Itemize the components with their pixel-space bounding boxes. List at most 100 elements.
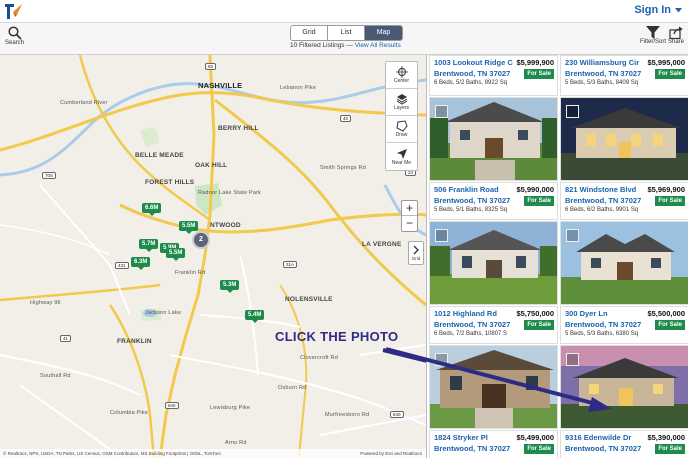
- map-price-pin[interactable]: 5.4M: [245, 310, 265, 323]
- toolbar: Search Grid List Map 10 Filtered Listing…: [0, 23, 688, 55]
- house-photo[interactable]: [561, 346, 688, 429]
- map-controls: Center Layers Draw Near Me: [385, 61, 418, 171]
- map-label-radnor-lake: Radnor Lake State Park: [198, 190, 262, 196]
- listing-card[interactable]: 821 Windstone Blvd Brentwood, TN 37027 6…: [560, 182, 688, 220]
- route-shield: 70S: [42, 172, 57, 179]
- listing-photo-card[interactable]: [429, 345, 558, 429]
- map-price-pin[interactable]: 5.3M: [220, 280, 240, 293]
- listing-card[interactable]: 506 Franklin Road Brentwood, TN 37027 5 …: [429, 182, 558, 220]
- map-label-clovercroft: Clovercroft Rd: [300, 355, 338, 361]
- listing-price: $5,999,900: [516, 58, 554, 67]
- app-logo[interactable]: [4, 2, 24, 21]
- select-checkbox[interactable]: [435, 229, 448, 242]
- map-label-belle-meade: BELLE MEADE: [135, 152, 184, 159]
- map-label-highway-96: Highway 96: [30, 300, 61, 306]
- map-label-lebanon-pike: Lebanon Pike: [280, 85, 317, 91]
- map-price-pin[interactable]: 6.6M: [142, 203, 162, 216]
- map-label-forest-hills: FOREST HILLS: [145, 179, 195, 186]
- map-price-pin[interactable]: 5.5M: [166, 248, 186, 261]
- listing-card[interactable]: 300 Dyer Ln Brentwood, TN 37027 5 Beds, …: [560, 306, 688, 344]
- route-shield: 431: [115, 262, 129, 269]
- draw-button[interactable]: Draw: [386, 116, 417, 143]
- status-badge: For Sale: [655, 196, 685, 206]
- listing-photo-card[interactable]: [560, 221, 688, 305]
- map-label-berry-hill: BERRY HILL: [218, 125, 259, 132]
- listing-photo-card[interactable]: [429, 221, 558, 305]
- map-label-smith-springs: Smith Springs Rd: [320, 165, 366, 171]
- tab-list[interactable]: List: [328, 26, 365, 40]
- house-photo[interactable]: [430, 222, 558, 305]
- status-badge: For Sale: [655, 320, 685, 330]
- tab-grid[interactable]: Grid: [291, 26, 328, 40]
- filter-icon: [646, 26, 660, 39]
- filtered-text: 10 Filtered Listings —: [290, 42, 353, 49]
- grid-panel-toggle[interactable]: Grid: [408, 241, 424, 265]
- near-me-button[interactable]: Near Me: [386, 143, 417, 170]
- listing-price: $5,969,900: [647, 185, 685, 194]
- filtered-count: 10 Filtered Listings — View All Results: [290, 42, 401, 49]
- sign-in-button[interactable]: Sign In: [634, 4, 682, 16]
- zoom-out-button[interactable]: −: [402, 216, 417, 231]
- tab-map[interactable]: Map: [365, 26, 402, 40]
- grid-panel-label: Grid: [411, 256, 421, 261]
- listing-card[interactable]: 1012 Highland Rd Brentwood, TN 37027 6 B…: [429, 306, 558, 344]
- map-cluster-marker[interactable]: 2: [192, 231, 210, 249]
- map-price-pin[interactable]: 5.5M: [179, 221, 199, 234]
- house-photo[interactable]: [430, 346, 558, 429]
- layers-button[interactable]: Layers: [386, 89, 417, 116]
- status-badge: For Sale: [655, 69, 685, 79]
- listing-photo-card[interactable]: [560, 97, 688, 181]
- listing-photo-card[interactable]: [429, 97, 558, 181]
- share-button[interactable]: Share: [668, 26, 684, 45]
- listing-details: 6 Beds, 5/2 Baths, 8922 Sq: [434, 80, 508, 86]
- filter-sort-button[interactable]: Filter/Sort: [640, 26, 666, 45]
- view-all-link[interactable]: View All Results: [355, 42, 401, 49]
- listing-card[interactable]: 9316 Edenwilde Dr Brentwood, TN 37027 $5…: [560, 430, 688, 458]
- near-me-label: Near Me: [391, 159, 412, 166]
- layers-label: Layers: [393, 105, 409, 111]
- listing-details: 6 Beds, 6/2 Baths, 9901 Sq: [565, 207, 639, 213]
- center-button[interactable]: Center: [386, 62, 417, 89]
- map-label-murfreesboro: Murfreesboro Rd: [325, 412, 370, 418]
- listing-photo-card[interactable]: [560, 345, 688, 429]
- select-checkbox[interactable]: [435, 105, 448, 118]
- map-label-columbia-pike: Columbia Pike: [110, 410, 149, 416]
- listing-price: $5,995,000: [647, 58, 685, 67]
- attribution-right: Powered by Esri and Realtracs: [360, 451, 422, 456]
- select-checkbox[interactable]: [566, 229, 579, 242]
- zoom-in-button[interactable]: +: [402, 201, 417, 216]
- map-label-arno: Arno Rd: [225, 440, 247, 446]
- search-label: Search: [5, 40, 25, 46]
- route-shield: 40: [340, 115, 352, 122]
- route-shield: 31A: [283, 261, 298, 268]
- map-label-lewisburg: Lewisburg Pike: [210, 405, 251, 411]
- app-root: Sign In Search Grid List Map 10 Filtered…: [0, 0, 688, 458]
- select-checkbox[interactable]: [566, 353, 579, 366]
- listing-price: $5,390,000: [647, 433, 685, 442]
- click-photo-callout: CLICK THE PHOTO: [275, 329, 399, 344]
- house-photo[interactable]: [430, 98, 558, 181]
- map-label-osburn: Osburn Rd: [278, 385, 307, 391]
- listing-card[interactable]: 1824 Stryker Pl Brentwood, TN 37027 $5,4…: [429, 430, 558, 458]
- search-button[interactable]: Search: [5, 26, 24, 46]
- select-checkbox[interactable]: [435, 353, 448, 366]
- map-attribution: © Realtracs, NPS, USDA, TN Parks, US Cen…: [0, 449, 426, 458]
- listing-card[interactable]: 1003 Lookout Ridge C Brentwood, TN 37027…: [429, 55, 558, 96]
- draw-icon: [395, 120, 408, 132]
- map-label-nolensville: NOLENSVILLE: [285, 296, 333, 303]
- listing-price: $5,990,000: [516, 185, 554, 194]
- status-badge: For Sale: [524, 320, 554, 330]
- map-price-pin[interactable]: 6.3M: [131, 257, 151, 270]
- map-price-pin[interactable]: 5.7M: [139, 239, 159, 252]
- listing-details: 6 Beds, 7/2 Baths, 10807 S: [434, 331, 508, 337]
- draw-label: Draw: [395, 132, 408, 138]
- house-photo[interactable]: [561, 222, 688, 305]
- select-checkbox[interactable]: [566, 105, 579, 118]
- listing-card[interactable]: 230 Williamsburg Cir Brentwood, TN 37027…: [560, 55, 688, 96]
- route-shield: 840: [165, 402, 179, 409]
- house-photo[interactable]: [561, 98, 688, 181]
- crosshair-icon: [395, 66, 408, 78]
- search-icon: [7, 26, 22, 40]
- status-badge: For Sale: [524, 196, 554, 206]
- map-view[interactable]: NASHVILLE BERRY HILL BELLE MEADE OAK HIL…: [0, 55, 426, 458]
